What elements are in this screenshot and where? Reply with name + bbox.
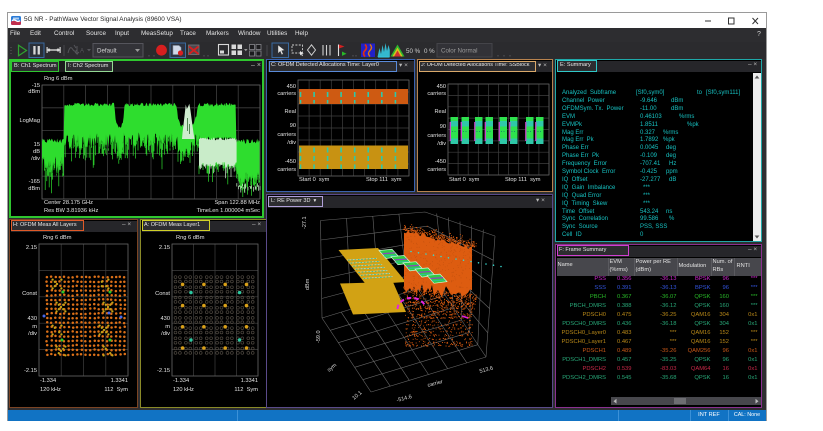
svg-text:carrier: carrier xyxy=(427,379,444,389)
svg-text:-27.1: -27.1 xyxy=(302,216,308,229)
svg-text:-59.0: -59.0 xyxy=(316,330,322,343)
svg-text:sym: sym xyxy=(326,362,338,373)
svg-text:dBm: dBm xyxy=(305,278,311,290)
svg-text:-514.6: -514.6 xyxy=(396,394,413,404)
svg-text:513.6: 513.6 xyxy=(479,366,494,375)
svg-text:10.1: 10.1 xyxy=(351,390,363,401)
